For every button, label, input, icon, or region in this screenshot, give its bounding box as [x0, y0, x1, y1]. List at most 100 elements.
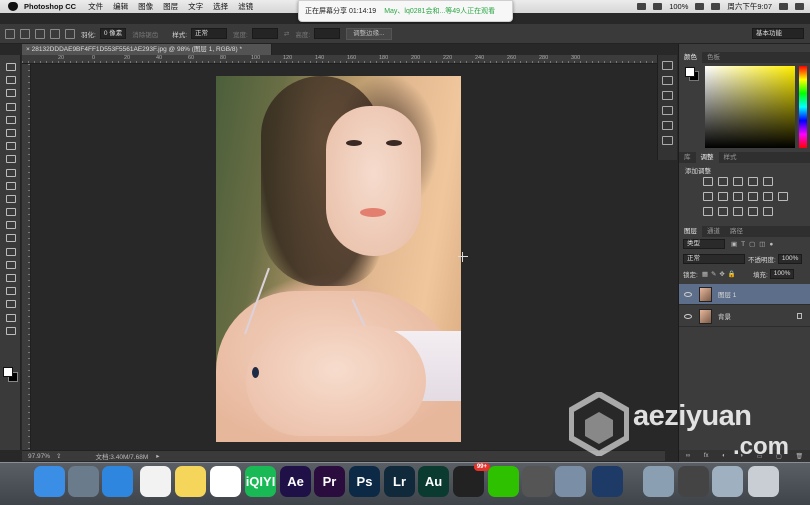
- hand-tool-icon[interactable]: [4, 298, 16, 309]
- actions-panel-icon[interactable]: [662, 91, 673, 100]
- screen-share-banner[interactable]: 正在屏幕分享 01:14:19 May、lq0281会和...等49人正在观看: [298, 0, 513, 22]
- dock-app-camera[interactable]: [522, 466, 553, 497]
- filter-icons[interactable]: ▣T▢◫●: [731, 240, 777, 248]
- move-tool-icon[interactable]: [4, 61, 16, 71]
- new-selection-icon[interactable]: [20, 28, 30, 39]
- dock-app-premiere[interactable]: Pr: [314, 466, 345, 497]
- hue-slider[interactable]: [799, 66, 807, 148]
- menu-type[interactable]: 文字: [188, 1, 203, 12]
- tab-layers[interactable]: 图层: [679, 226, 702, 237]
- fill-input[interactable]: 100%: [769, 269, 795, 279]
- quick-select-tool-icon[interactable]: [4, 101, 16, 111]
- menu-clock[interactable]: 周六下午9:07: [727, 1, 772, 12]
- vibrance-icon[interactable]: [763, 177, 773, 186]
- dock-app-notes[interactable]: [175, 466, 206, 497]
- airplay-icon[interactable]: [637, 3, 647, 10]
- dock-app-photo-2[interactable]: [678, 466, 709, 497]
- wifi-icon[interactable]: [653, 3, 663, 10]
- width-input[interactable]: [251, 28, 278, 39]
- healing-brush-tool-icon[interactable]: [4, 140, 16, 151]
- trash-icon[interactable]: 🗑: [796, 453, 804, 460]
- lock-icons[interactable]: ▦✎✥🔒: [702, 270, 739, 278]
- vertical-ruler[interactable]: [22, 64, 31, 450]
- dock-app-lightroom[interactable]: Lr: [384, 466, 415, 497]
- menu-image[interactable]: 图像: [138, 1, 153, 12]
- dock-app-preview[interactable]: [555, 466, 586, 497]
- hue-saturation-icon[interactable]: [703, 192, 713, 201]
- channel-mixer-icon[interactable]: [763, 192, 773, 201]
- dock-app-reminders[interactable]: [140, 466, 171, 497]
- dock-app-wechat[interactable]: [488, 466, 519, 497]
- dock-app-iqiyi[interactable]: iQIYI: [245, 466, 276, 497]
- dock-app-safari[interactable]: [102, 466, 133, 497]
- link-layers-icon[interactable]: ∞: [686, 453, 690, 459]
- paragraph-panel-icon[interactable]: [662, 136, 673, 145]
- shape-tool-icon[interactable]: [4, 285, 16, 296]
- more-tools-icon[interactable]: [4, 325, 16, 335]
- history-panel-icon[interactable]: [662, 61, 673, 70]
- workspace-select[interactable]: 基本功能: [752, 28, 804, 39]
- subtract-selection-icon[interactable]: [50, 28, 60, 39]
- color-balance-icon[interactable]: [718, 192, 728, 201]
- flag-icon[interactable]: [711, 3, 721, 10]
- menu-select[interactable]: 选择: [213, 1, 228, 12]
- properties-panel-icon[interactable]: [662, 76, 673, 85]
- selective-color-icon[interactable]: [763, 207, 773, 216]
- foreground-color-swatch[interactable]: [3, 367, 13, 377]
- eraser-tool-icon[interactable]: [4, 193, 16, 203]
- brush-tool-icon[interactable]: [4, 153, 16, 164]
- curves-icon[interactable]: [733, 177, 743, 186]
- opacity-input[interactable]: 100%: [777, 254, 803, 264]
- path-selection-tool-icon[interactable]: [4, 272, 16, 282]
- zoom-level[interactable]: 97.97%: [28, 453, 50, 460]
- black-white-icon[interactable]: [733, 192, 743, 201]
- intersect-selection-icon[interactable]: [65, 28, 75, 39]
- history-brush-tool-icon[interactable]: [4, 180, 16, 190]
- dock-app-photoshop[interactable]: Ps: [349, 466, 380, 497]
- dock-app-photo-1[interactable]: [643, 466, 674, 497]
- tab-color[interactable]: 颜色: [679, 52, 702, 63]
- character-panel-icon[interactable]: [662, 121, 673, 130]
- dock-app-photo-3[interactable]: [712, 466, 743, 497]
- document-image[interactable]: [216, 76, 461, 442]
- eye-icon[interactable]: [684, 313, 692, 319]
- tab-styles[interactable]: 样式: [719, 152, 742, 163]
- dock-app-launchpad[interactable]: [68, 466, 99, 497]
- add-selection-icon[interactable]: [35, 28, 45, 39]
- clone-stamp-tool-icon[interactable]: [4, 167, 16, 177]
- zoom-tool-icon[interactable]: [4, 312, 16, 322]
- dock-app-finder[interactable]: [34, 466, 65, 497]
- status-menu-arrow-icon[interactable]: ▸: [156, 452, 159, 460]
- dodge-tool-icon[interactable]: [4, 232, 16, 243]
- horizontal-ruler[interactable]: 20 0 20 40 60 80 100 120 140 160 180 200…: [22, 55, 665, 64]
- antialias-checkbox[interactable]: 消除锯齿: [132, 29, 158, 39]
- tab-swatches[interactable]: 色板: [702, 52, 725, 63]
- dock-app-qq[interactable]: 99+: [453, 463, 490, 497]
- dock-app-quicktime[interactable]: [592, 466, 623, 497]
- dock-app-photos[interactable]: [210, 466, 241, 497]
- gradient-tool-icon[interactable]: [4, 206, 16, 217]
- eye-icon[interactable]: [684, 291, 692, 297]
- dock-app-audition[interactable]: Au: [418, 466, 449, 497]
- share-icon[interactable]: ⇪: [56, 452, 61, 460]
- tab-channels[interactable]: 通道: [702, 226, 725, 237]
- height-input[interactable]: [314, 28, 341, 39]
- pen-tool-icon[interactable]: [4, 246, 16, 256]
- gradient-map-icon[interactable]: [748, 207, 758, 216]
- document-tab[interactable]: × 28132DDDAE9BF4FF1D553F5561AE293F.jpg @…: [22, 44, 272, 55]
- marquee-tool-icon[interactable]: [4, 74, 16, 85]
- menu-layer[interactable]: 图层: [163, 1, 178, 12]
- brightness-icon[interactable]: [703, 177, 713, 186]
- refine-edge-button[interactable]: 调整边缘...: [346, 27, 392, 40]
- color-lookup-icon[interactable]: [778, 192, 788, 201]
- blur-tool-icon[interactable]: [4, 219, 16, 230]
- lasso-tool-icon[interactable]: [4, 87, 16, 98]
- crop-tool-icon[interactable]: [4, 114, 16, 124]
- tab-adjustments[interactable]: 调整: [695, 152, 719, 163]
- fx-button[interactable]: fx: [704, 453, 709, 459]
- menu-edit[interactable]: 编辑: [113, 1, 128, 12]
- exposure-icon[interactable]: [748, 177, 758, 186]
- marquee-tool-preset-icon[interactable]: [5, 28, 15, 39]
- posterize-icon[interactable]: [718, 207, 728, 216]
- threshold-icon[interactable]: [733, 207, 743, 216]
